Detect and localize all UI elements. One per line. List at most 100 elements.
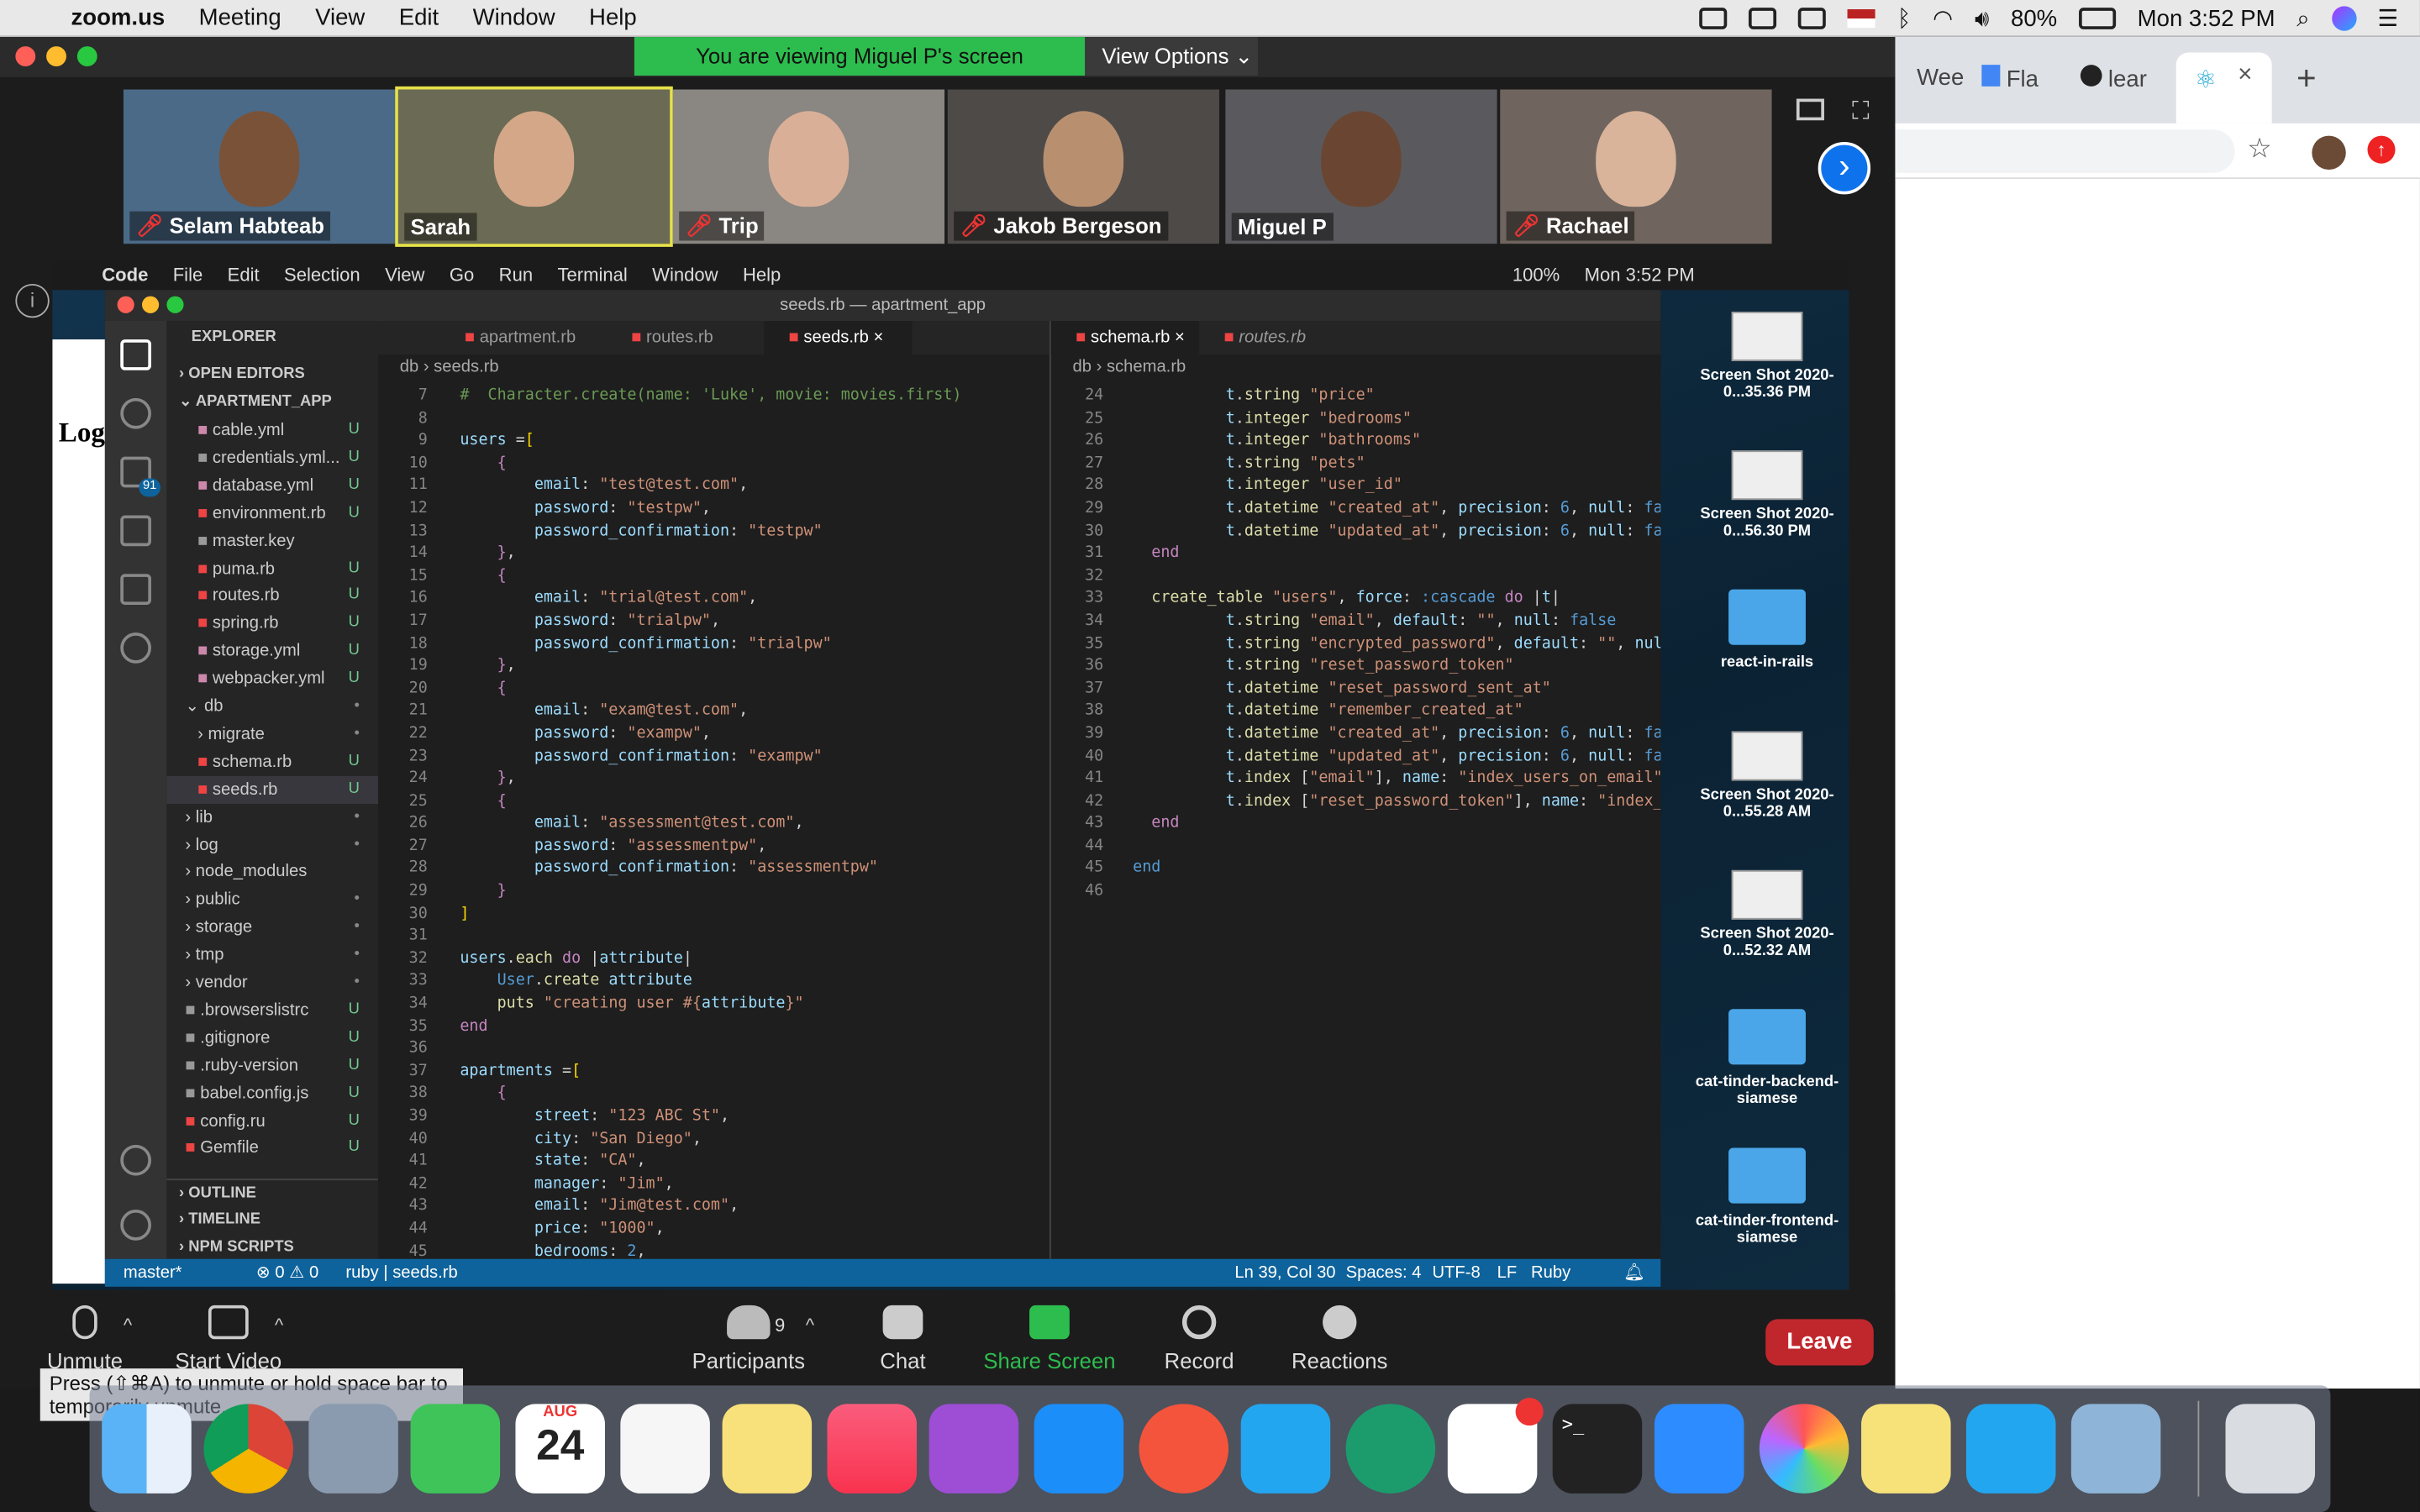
settings-gear-icon <box>120 1209 151 1241</box>
menu-window[interactable]: Window <box>473 5 555 31</box>
extensions-icon <box>120 574 151 605</box>
chrome-tab-label: lear <box>2107 66 2147 93</box>
menu-app-name[interactable]: zoom.us <box>71 5 165 31</box>
file-tree-item: › migrate • <box>166 721 378 748</box>
chrome-tab-label: Wee <box>1917 65 1965 92</box>
mac-menubar: zoom.us Meeting View Edit Window Help ᛒ … <box>0 0 2420 38</box>
tab-seeds-active: ■ seeds.rb × <box>764 321 913 355</box>
minimize-window-button[interactable] <box>46 46 66 66</box>
leave-button[interactable]: Leave <box>1765 1319 1874 1366</box>
update-icon[interactable]: ↑ <box>2367 135 2396 164</box>
git-status: • <box>354 835 360 853</box>
desktop-screenshot-file: Screen Shot 2020-0...56.30 PM <box>1693 450 1841 540</box>
bluetooth-icon[interactable]: ᛒ <box>1897 5 1912 31</box>
vscode-insiders-icon[interactable] <box>1965 1404 2056 1494</box>
terminal-icon[interactable]: >_ <box>1552 1404 1643 1494</box>
music-icon[interactable] <box>827 1404 917 1494</box>
chrome-tab[interactable]: Wee <box>1917 65 1964 91</box>
participants-chevron-icon[interactable]: ^ <box>806 1315 814 1336</box>
participant-tile-active-speaker[interactable]: Sarah <box>395 86 673 247</box>
video-options-chevron-icon[interactable]: ^ <box>275 1315 283 1336</box>
record-button[interactable]: Record <box>1160 1305 1238 1373</box>
audio-options-chevron-icon[interactable]: ^ <box>124 1315 132 1336</box>
postman-icon[interactable] <box>1139 1404 1229 1494</box>
participants-count: 9 <box>775 1314 786 1336</box>
notification-center-icon[interactable]: ☰ <box>2378 5 2399 32</box>
git-status: U <box>348 614 360 632</box>
menu-meeting[interactable]: Meeting <box>199 5 281 31</box>
volume-icon[interactable]: 🔊︎ <box>1975 5 1989 31</box>
gallery-view-icon[interactable] <box>1796 98 1824 121</box>
chrome-tab-active[interactable]: ⚛ × <box>2175 52 2272 123</box>
tab-routes: ■ routes.rb <box>631 328 713 348</box>
file-name: db <box>203 697 224 717</box>
info-icon[interactable]: i <box>15 283 50 318</box>
calendar-icon[interactable]: AUG 24 <box>515 1404 605 1494</box>
stickies-icon[interactable] <box>1861 1404 1951 1494</box>
chrome-tabstrip: Wee Fla lear ⚛ × + <box>1895 37 2420 123</box>
close-tab-icon: × <box>1174 328 1185 348</box>
chrome-tab[interactable]: Fla <box>1981 65 2039 92</box>
flag-icon[interactable] <box>1848 9 1876 29</box>
facetime-icon[interactable] <box>410 1404 501 1494</box>
git-status: • <box>354 946 360 963</box>
app-store-icon[interactable] <box>1034 1404 1124 1494</box>
participant-tile[interactable]: 🎤︎ Jakob Bergeson <box>947 89 1219 244</box>
finder-icon[interactable] <box>102 1404 192 1494</box>
grid-icon[interactable] <box>1749 8 1777 29</box>
photos-icon[interactable] <box>1759 1404 1849 1494</box>
zoom-icon[interactable] <box>1654 1404 1744 1494</box>
chrome-tab[interactable]: lear <box>2080 65 2147 93</box>
participant-tile[interactable]: Miguel P <box>1225 89 1497 244</box>
view-options-button[interactable]: View Options ⌄ <box>1085 37 1258 76</box>
git-status: U <box>348 449 360 466</box>
participant-tile[interactable]: 🎤︎ Rachael <box>1500 89 1772 244</box>
chat-button[interactable]: Chat <box>867 1305 938 1373</box>
trash-icon[interactable] <box>2225 1404 2316 1494</box>
participant-name: 🎤︎ Selam Habteab <box>129 211 331 241</box>
desktop-item-label: Screen Shot 2020-0...35.36 PM <box>1700 367 1834 402</box>
share-screen-button[interactable]: Share Screen <box>981 1305 1118 1373</box>
close-window-button[interactable] <box>15 46 36 66</box>
menu-view[interactable]: View <box>315 5 365 31</box>
image-capture-icon[interactable] <box>2070 1404 2161 1494</box>
zoom-status-icon[interactable] <box>1699 8 1728 29</box>
start-video-button[interactable]: Start Video <box>166 1305 290 1373</box>
file-type-icon: ■ <box>185 1000 201 1020</box>
clock[interactable]: Mon 3:52 PM <box>2138 5 2275 31</box>
spotlight-icon[interactable]: ⌕ <box>2296 5 2309 31</box>
participant-tile[interactable]: 🎤︎ Selam Habteab <box>123 89 396 244</box>
new-tab-button[interactable]: + <box>2296 59 2317 99</box>
tab-label: schema.rb <box>1091 328 1171 348</box>
atom-icon[interactable] <box>1345 1404 1436 1494</box>
close-tab-icon[interactable]: × <box>2238 61 2252 89</box>
reminders-icon[interactable] <box>620 1404 710 1494</box>
preview-icon[interactable] <box>308 1404 398 1494</box>
bookmark-star-icon[interactable]: ☆ <box>2247 133 2272 165</box>
notes-icon[interactable] <box>722 1404 813 1494</box>
vscode-icon[interactable] <box>1240 1404 1331 1494</box>
menu-help[interactable]: Help <box>589 5 637 31</box>
participant-video <box>1596 111 1676 207</box>
reactions-label: Reactions <box>1292 1348 1388 1373</box>
podcasts-icon[interactable] <box>929 1404 1019 1494</box>
desktop-screenshot-file: Screen Shot 2020-0...52.32 AM <box>1693 869 1841 959</box>
next-participants-button[interactable]: › <box>1818 141 1871 195</box>
participants-button[interactable]: Participants <box>688 1305 808 1373</box>
menu-edit[interactable]: Edit <box>399 5 439 31</box>
profile-avatar[interactable] <box>2312 135 2346 171</box>
battery-icon[interactable] <box>2078 8 2116 29</box>
participant-tile[interactable]: 🎤︎ Trip <box>672 89 945 244</box>
airplay-icon[interactable] <box>1798 8 1827 29</box>
wifi-icon[interactable]: ◠ <box>1933 5 1953 32</box>
fullscreen-icon[interactable]: ⛶ <box>1852 99 1870 127</box>
file-tree-item: ■ routes.rb U <box>166 582 378 610</box>
omnibox[interactable] <box>1895 129 2235 173</box>
fullscreen-window-button[interactable] <box>76 46 97 66</box>
siri-icon[interactable] <box>2331 6 2356 31</box>
git-branch: master* <box>123 1263 182 1283</box>
reactions-button[interactable]: Reactions <box>1287 1305 1392 1373</box>
breadcrumb-item: seeds.rb <box>434 358 499 377</box>
chrome-icon[interactable] <box>203 1404 293 1494</box>
file-type-icon: ■ <box>197 642 213 661</box>
